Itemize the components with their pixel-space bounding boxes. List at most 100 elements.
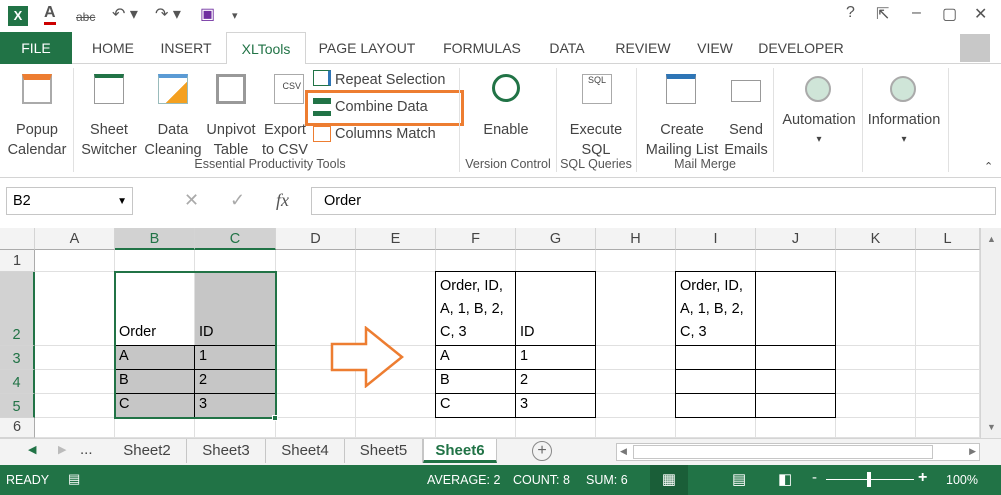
column-header-b[interactable]: B xyxy=(115,228,195,250)
column-header-g[interactable]: G xyxy=(516,228,596,250)
collapse-ribbon-icon[interactable]: ⌃ xyxy=(984,160,993,173)
scroll-right-icon[interactable]: ▶ xyxy=(58,443,66,456)
macro-record-icon[interactable]: ▤ xyxy=(68,471,80,487)
sheet-switcher-button[interactable]: Sheet Switcher xyxy=(78,120,140,160)
restore-button[interactable]: ▢ xyxy=(942,4,957,24)
tab-xltools[interactable]: XLTools xyxy=(226,32,306,65)
normal-view-button[interactable]: ▦ xyxy=(650,465,688,495)
automation-button[interactable]: Automation ▾ xyxy=(776,110,862,150)
insert-function-button[interactable]: fx xyxy=(276,190,289,211)
columns-match-button[interactable]: Columns Match xyxy=(335,126,436,142)
ribbon-display-button[interactable]: ⇱ xyxy=(876,4,889,24)
horizontal-scrollbar[interactable]: ◀ ▶ xyxy=(616,443,980,461)
tab-file[interactable]: FILE xyxy=(0,32,72,64)
more-sheets-button[interactable]: ... xyxy=(80,441,93,458)
cell-f4[interactable]: B xyxy=(436,370,516,394)
tab-developer[interactable]: DEVELOPER xyxy=(752,32,850,64)
add-sheet-button[interactable]: + xyxy=(532,441,552,461)
font-color-icon[interactable]: A xyxy=(44,4,56,25)
vertical-scrollbar[interactable]: ▲ ▼ xyxy=(980,228,1001,438)
label: Sheet xyxy=(90,122,128,138)
tab-data[interactable]: DATA xyxy=(540,32,594,64)
fill-handle[interactable] xyxy=(272,415,278,421)
label: Enable xyxy=(483,122,529,138)
cell-f3[interactable]: A xyxy=(436,346,516,370)
sheet-tab-sheet3[interactable]: Sheet3 xyxy=(187,439,266,463)
save-icon[interactable]: ▣ xyxy=(200,4,215,24)
popup-calendar-button[interactable]: Popup Calendar xyxy=(4,120,70,160)
create-mailing-list-button[interactable]: Create Mailing List xyxy=(640,120,724,160)
strikethrough-icon[interactable]: abc xyxy=(76,10,95,24)
repeat-selection-button[interactable]: Repeat Selection xyxy=(335,72,445,88)
send-emails-button[interactable]: Send Emails xyxy=(720,120,772,160)
excel-logo-icon: X xyxy=(8,6,28,26)
row-header-1[interactable]: 1 xyxy=(0,250,35,272)
sheet-tab-sheet6[interactable]: Sheet6 xyxy=(423,439,497,463)
tab-insert[interactable]: INSERT xyxy=(150,32,222,64)
row-header-2[interactable]: 2 xyxy=(0,272,35,346)
column-header-f[interactable]: F xyxy=(436,228,516,250)
column-header-i[interactable]: I xyxy=(676,228,756,250)
tab-page-layout[interactable]: PAGE LAYOUT xyxy=(312,32,422,64)
formula-input[interactable]: Order xyxy=(311,187,996,215)
sheet-tab-sheet5[interactable]: Sheet5 xyxy=(345,439,423,463)
data-cleaning-button[interactable]: Data Cleaning xyxy=(142,120,204,160)
close-button[interactable]: ✕ xyxy=(974,4,987,24)
column-header-k[interactable]: K xyxy=(836,228,916,250)
column-header-h[interactable]: H xyxy=(596,228,676,250)
column-header-c[interactable]: C xyxy=(195,228,276,250)
redo-icon[interactable]: ↷ ▾ xyxy=(155,4,181,24)
zoom-slider-thumb[interactable] xyxy=(867,472,871,487)
user-avatar-icon[interactable] xyxy=(960,34,990,62)
cell-border xyxy=(755,345,836,370)
zoom-out-button[interactable]: - xyxy=(812,469,817,486)
sheet-tab-sheet4[interactable]: Sheet4 xyxy=(266,439,345,463)
row-header-4[interactable]: 4 xyxy=(0,370,35,394)
tab-review[interactable]: REVIEW xyxy=(608,32,678,64)
cell-f5[interactable]: C xyxy=(436,394,516,418)
label: Export xyxy=(264,122,306,138)
enter-icon[interactable]: ✓ xyxy=(230,190,245,211)
page-break-view-icon[interactable]: ◧ xyxy=(778,470,792,488)
title-bar: X A abc ↶ ▾ ↷ ▾ ▣ ▾ ? ⇱ – ▢ ✕ xyxy=(0,0,1001,32)
column-header-a[interactable]: A xyxy=(35,228,115,250)
help-button[interactable]: ? xyxy=(846,4,855,22)
tab-view[interactable]: VIEW xyxy=(690,32,740,64)
cell-f2[interactable]: Order, ID, A, 1, B, 2, C, 3 xyxy=(436,272,516,346)
row-header-3[interactable]: 3 xyxy=(0,346,35,370)
column-header-j[interactable]: J xyxy=(756,228,836,250)
cancel-icon[interactable]: ✕ xyxy=(184,190,199,211)
sheet-tab-sheet2[interactable]: Sheet2 xyxy=(108,439,187,463)
chevron-down-icon[interactable]: ▼ xyxy=(117,196,127,207)
enable-version-control-button[interactable]: Enable xyxy=(476,120,536,140)
undo-icon[interactable]: ↶ ▾ xyxy=(112,4,138,24)
page-layout-view-icon[interactable]: ▤ xyxy=(732,470,746,488)
row-header-5[interactable]: 5 xyxy=(0,394,35,418)
export-to-csv-button[interactable]: Export to CSV xyxy=(260,120,310,160)
cell-g5[interactable]: 3 xyxy=(516,394,596,418)
cell-i2[interactable]: Order, ID, A, 1, B, 2, C, 3 xyxy=(676,272,756,346)
zoom-in-button[interactable]: + xyxy=(918,469,927,487)
row-header-6[interactable]: 6 xyxy=(0,418,35,438)
name-box[interactable]: B2 ▼ xyxy=(6,187,133,215)
cell-border xyxy=(755,393,836,418)
column-header-e[interactable]: E xyxy=(356,228,436,250)
column-header-l[interactable]: L xyxy=(916,228,980,250)
customize-toolbar-icon[interactable]: ▾ xyxy=(232,9,238,22)
cell-g3[interactable]: 1 xyxy=(516,346,596,370)
gridline xyxy=(915,250,916,438)
tab-formulas[interactable]: FORMULAS xyxy=(436,32,528,64)
execute-sql-button[interactable]: Execute SQL xyxy=(562,120,630,160)
minimize-button[interactable]: – xyxy=(912,4,921,22)
tab-home[interactable]: HOME xyxy=(80,32,146,64)
information-button[interactable]: Information ▾ xyxy=(862,110,946,150)
cell-g4[interactable]: 2 xyxy=(516,370,596,394)
cell-g2[interactable]: ID xyxy=(516,272,596,346)
worksheet-grid[interactable]: A B C D E F G H I J K L 1 2 3 4 5 6 Order ID A 1 B 2 C 3 Order, ID… xyxy=(0,228,980,438)
zoom-slider[interactable] xyxy=(826,472,914,487)
unpivot-table-button[interactable]: Unpivot Table xyxy=(203,120,259,160)
scroll-left-icon[interactable]: ◀ xyxy=(28,443,36,456)
column-header-d[interactable]: D xyxy=(276,228,356,250)
select-all-corner[interactable] xyxy=(0,228,35,250)
combine-data-button[interactable]: Combine Data xyxy=(335,99,428,115)
